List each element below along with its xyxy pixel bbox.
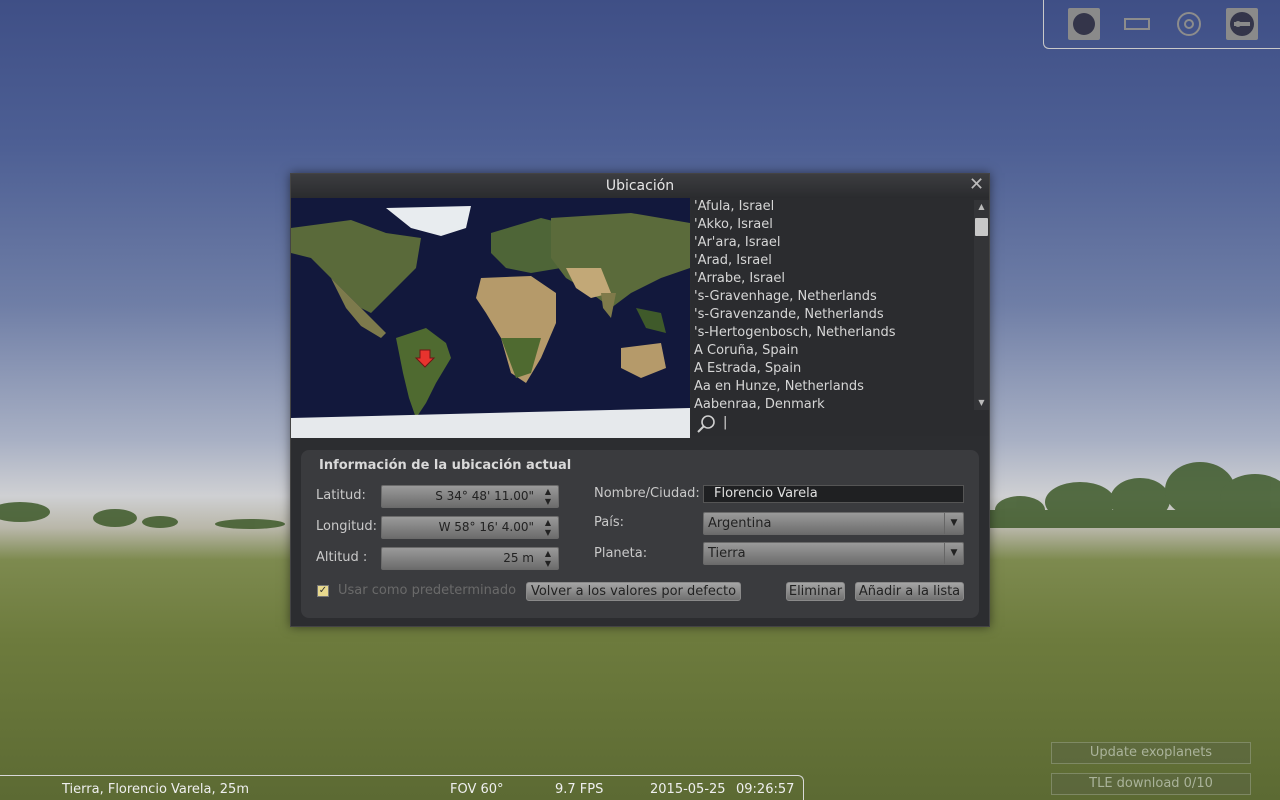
status-date: 2015-05-25: [650, 782, 726, 797]
delete-button[interactable]: Eliminar: [786, 582, 845, 601]
current-location-panel: Información de la ubicación actual Latit…: [301, 450, 979, 618]
scroll-thumb[interactable]: [975, 218, 988, 236]
dialog-title: Ubicación: [291, 174, 989, 198]
status-fov: FOV 60°: [450, 782, 504, 797]
search-input[interactable]: |: [723, 415, 983, 433]
longitude-value: W 58° 16' 4.00": [438, 520, 534, 534]
latitude-up-icon[interactable]: ▲: [538, 487, 558, 497]
longitude-up-icon[interactable]: ▲: [538, 518, 558, 528]
latitude-down-icon[interactable]: ▼: [538, 497, 558, 507]
tle-download-button[interactable]: TLE download 0/10: [1051, 773, 1251, 795]
list-item[interactable]: 'Arrabe, Israel: [694, 270, 785, 288]
default-checkbox[interactable]: ✓: [317, 585, 329, 597]
circle-view-icon[interactable]: [1068, 8, 1100, 40]
list-scrollbar[interactable]: ▲ ▼: [974, 200, 989, 410]
list-item[interactable]: 's-Gravenzande, Netherlands: [694, 306, 884, 324]
view-toolbar: [1043, 0, 1280, 49]
default-checkbox-label: Usar como predeterminado: [338, 583, 517, 598]
list-item[interactable]: 'Ar'ara, Israel: [694, 234, 780, 252]
name-label: Nombre/Ciudad:: [594, 486, 700, 501]
chevron-down-icon: ▼: [944, 543, 963, 564]
list-item[interactable]: Aa en Hunze, Netherlands: [694, 378, 864, 396]
target-icon[interactable]: [1173, 8, 1205, 40]
add-to-list-button[interactable]: Añadir a la lista: [855, 582, 964, 601]
settings-icon[interactable]: [1226, 8, 1258, 40]
planet-label: Planeta:: [594, 546, 648, 561]
altitude-label: Altitud :: [316, 550, 368, 565]
altitude-down-icon[interactable]: ▼: [538, 559, 558, 569]
country-select[interactable]: Argentina ▼: [703, 512, 964, 535]
list-item[interactable]: A Coruña, Spain: [694, 342, 798, 360]
chevron-down-icon: ▼: [944, 513, 963, 534]
list-item[interactable]: 'Arad, Israel: [694, 252, 772, 270]
search-icon: [697, 415, 715, 433]
altitude-value: 25 m: [503, 551, 534, 565]
list-item[interactable]: 's-Hertogenbosch, Netherlands: [694, 324, 896, 342]
country-value: Argentina: [708, 516, 772, 531]
status-time: 09:26:57: [736, 782, 795, 797]
update-exoplanets-button[interactable]: Update exoplanets: [1051, 742, 1251, 764]
location-dialog: Ubicación ✕ 'Afula, Israel 'Akko, Israel…: [290, 173, 990, 627]
section-title: Información de la ubicación actual: [319, 458, 572, 473]
longitude-label: Longitud:: [316, 519, 378, 534]
list-item[interactable]: 'Afula, Israel: [694, 198, 774, 216]
rectangle-view-icon[interactable]: [1121, 8, 1153, 40]
world-map-image: [291, 198, 690, 438]
latitude-spinbox[interactable]: S 34° 48' 11.00" ▲ ▼: [381, 485, 559, 508]
name-field[interactable]: Florencio Varela: [703, 485, 964, 503]
list-item[interactable]: 's-Gravenhage, Netherlands: [694, 288, 877, 306]
close-icon[interactable]: ✕: [968, 176, 985, 194]
world-map[interactable]: [291, 198, 690, 438]
status-bar: Tierra, Florencio Varela, 25m FOV 60° 9.…: [0, 775, 804, 800]
location-list[interactable]: 'Afula, Israel 'Akko, Israel 'Ar'ara, Is…: [691, 198, 989, 412]
reset-defaults-button[interactable]: Volver a los valores por defecto: [526, 582, 741, 601]
list-item[interactable]: 'Akko, Israel: [694, 216, 773, 234]
country-label: País:: [594, 515, 624, 530]
search-row: |: [691, 412, 989, 436]
latitude-value: S 34° 48' 11.00": [435, 489, 534, 503]
altitude-up-icon[interactable]: ▲: [538, 549, 558, 559]
longitude-spinbox[interactable]: W 58° 16' 4.00" ▲ ▼: [381, 516, 559, 539]
list-item[interactable]: A Estrada, Spain: [694, 360, 801, 378]
planet-value: Tierra: [708, 546, 746, 561]
longitude-down-icon[interactable]: ▼: [538, 528, 558, 538]
scroll-down-icon[interactable]: ▼: [976, 398, 987, 408]
planet-select[interactable]: Tierra ▼: [703, 542, 964, 565]
latitude-label: Latitud:: [316, 488, 366, 503]
status-location: Tierra, Florencio Varela, 25m: [62, 782, 249, 797]
status-fps: 9.7 FPS: [555, 782, 604, 797]
scroll-up-icon[interactable]: ▲: [976, 202, 987, 212]
altitude-spinbox[interactable]: 25 m ▲ ▼: [381, 547, 559, 570]
